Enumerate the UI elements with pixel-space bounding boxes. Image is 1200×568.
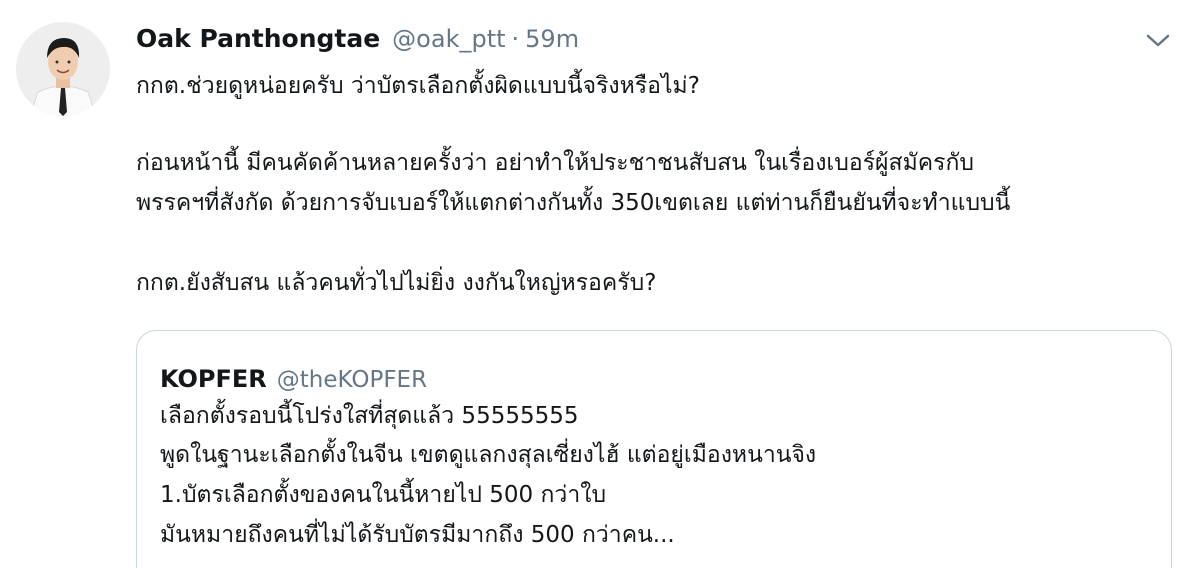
tweet-text-line: พรรคฯที่สังกัด ด้วยการจับเบอร์ให้แตกต่าง… [136,190,1011,216]
quoted-author-name: KOPFER [160,365,267,393]
avatar[interactable] [16,22,110,116]
tweet-text-line: กกต.ช่วยดูหน่อยครับ ว่าบัตรเลือกตั้งผิดแ… [136,73,700,99]
separator-dot: · [511,25,520,53]
quoted-tweet[interactable]: KOPFER @theKOPFER เลือกตั้งรอบนี้โปร่งใส… [136,330,1172,568]
tweet-header: Oak Panthongtae @oak_ptt · 59m [136,24,579,56]
quoted-text-line: เลือกตั้งรอบนี้โปร่งใสที่สุดแล้ว 5555555… [160,403,579,429]
tweet[interactable]: Oak Panthongtae @oak_ptt · 59m กกต.ช่วยด… [0,0,1200,568]
quoted-text-line: พูดในฐานะเลือกตั้งในจีน เขตดูแลกงสุลเซี่… [160,442,817,468]
quoted-text-line: มันหมายถึงคนที่ไม่ได้รับบัตรมีมากถึง 500… [160,522,675,548]
avatar-image [16,22,110,116]
author-name[interactable]: Oak Panthongtae [136,24,380,53]
quoted-tweet-header: KOPFER @theKOPFER [160,365,427,393]
chevron-down-icon[interactable] [1143,28,1173,52]
quoted-text-line: 1.บัตรเลือกตั้งของคนในนี้หายไป 500 กว่าใ… [160,482,607,508]
tweet-timestamp[interactable]: 59m [525,25,579,53]
tweet-text-line: กกต.ยังสับสน แล้วคนทั่วไปไม่ยิ่ง งงกันให… [136,270,657,296]
tweet-text-line: ก่อนหน้านี้ มีคนคัดค้านหลายครั้งว่า อย่า… [136,150,974,176]
quoted-author-handle: @theKOPFER [276,367,428,393]
author-handle[interactable]: @oak_ptt [392,25,505,53]
